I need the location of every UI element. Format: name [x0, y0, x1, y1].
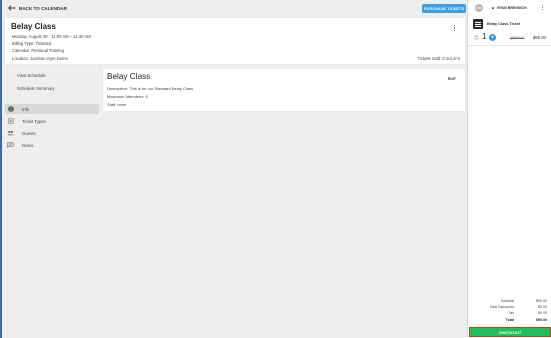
nav-item-label: Ticket Types — [22, 118, 46, 124]
arrow-left-icon — [8, 5, 16, 11]
decrease-quantity-button[interactable] — [474, 35, 479, 40]
subtotal-value: $95.00 — [536, 299, 547, 303]
details-description: Description: This is for our Standard Be… — [107, 86, 193, 91]
nav-item-info[interactable]: Info — [5, 104, 99, 114]
nav-item-label: Guests — [22, 130, 36, 136]
avatar[interactable]: R B — [475, 4, 483, 12]
schedule-summary-link[interactable]: Schedule Summary — [17, 86, 55, 91]
nav-item-guests[interactable]: Guests — [5, 128, 99, 138]
discounts-value: $0.00 — [538, 305, 547, 309]
back-to-calendar-label: BACK TO CALENDAR — [19, 5, 67, 11]
details-staff: Staff: none — [107, 102, 127, 107]
user-menu[interactable]: RYAN BRENNICH — [491, 6, 527, 10]
nav-item-ticket-types[interactable]: Ticket Types — [5, 116, 99, 126]
guests-icon — [7, 130, 14, 136]
purchase-tickets-button[interactable]: PURCHASE TICKETS — [422, 4, 466, 13]
info-icon — [7, 106, 14, 112]
event-details-card: Belay Class EDIT Description: This is fo… — [103, 69, 465, 111]
event-header-card: Belay Class Monday, August 30 · 11:00 AM… — [5, 18, 465, 64]
view-schedule-link[interactable]: View Schedule — [17, 73, 45, 78]
ticket-list-icon — [473, 19, 483, 29]
edit-button[interactable]: EDIT — [448, 77, 456, 81]
nav-item-label: Notes — [22, 142, 34, 148]
total-label: Total — [505, 318, 514, 322]
cart-panel: R B RYAN BRENNICH Belay Class Ticket 1 +… — [467, 0, 551, 338]
details-title: Belay Class — [107, 72, 151, 81]
original-price: @$95.00 — [510, 36, 525, 40]
chevron-down-icon — [491, 7, 495, 9]
event-title: Belay Class — [11, 22, 56, 31]
checkout-button[interactable]: CHECKOUT — [469, 327, 551, 337]
tickets-sold: Tickets Sold: 0 out of 6 — [417, 56, 460, 61]
cart-ticket-name: Belay Class Ticket — [487, 22, 521, 26]
subtotal-label: Subtotal — [500, 299, 514, 303]
event-datetime: Monday, August 30 · 11:00 AM – 11:30 AM — [12, 34, 91, 39]
total-value: $95.00 — [536, 318, 547, 322]
nav-item-notes[interactable]: Notes — [5, 140, 99, 150]
details-max-attendees: Maximum Attendees: 6 — [107, 94, 148, 99]
more-options-icon[interactable] — [542, 5, 544, 11]
discounts-label: Total Discounts — [489, 305, 514, 309]
tax-value: $0.00 — [538, 311, 547, 315]
top-bar: BACK TO CALENDAR PURCHASE TICKETS — [2, 0, 467, 17]
divider — [468, 45, 551, 46]
nav-item-label: Info — [22, 106, 30, 112]
event-location: Location: Jackson Gym Demo — [12, 56, 68, 61]
more-options-icon[interactable] — [454, 25, 456, 32]
ticket-quantity: 1 — [482, 32, 487, 41]
window-left-edge — [0, 0, 2, 338]
tax-label: Tax — [508, 311, 514, 315]
user-name: RYAN BRENNICH — [497, 6, 527, 10]
event-billing-type: Billing Type: Ticketed — [12, 41, 52, 46]
back-to-calendar-link[interactable]: BACK TO CALENDAR — [8, 5, 67, 11]
notes-icon — [7, 142, 14, 148]
line-price: $95.00 — [532, 35, 546, 40]
event-calendar: Calendar: Personal Training — [12, 48, 64, 53]
ticket-types-icon — [7, 118, 14, 124]
increase-quantity-button[interactable]: + — [489, 34, 496, 41]
